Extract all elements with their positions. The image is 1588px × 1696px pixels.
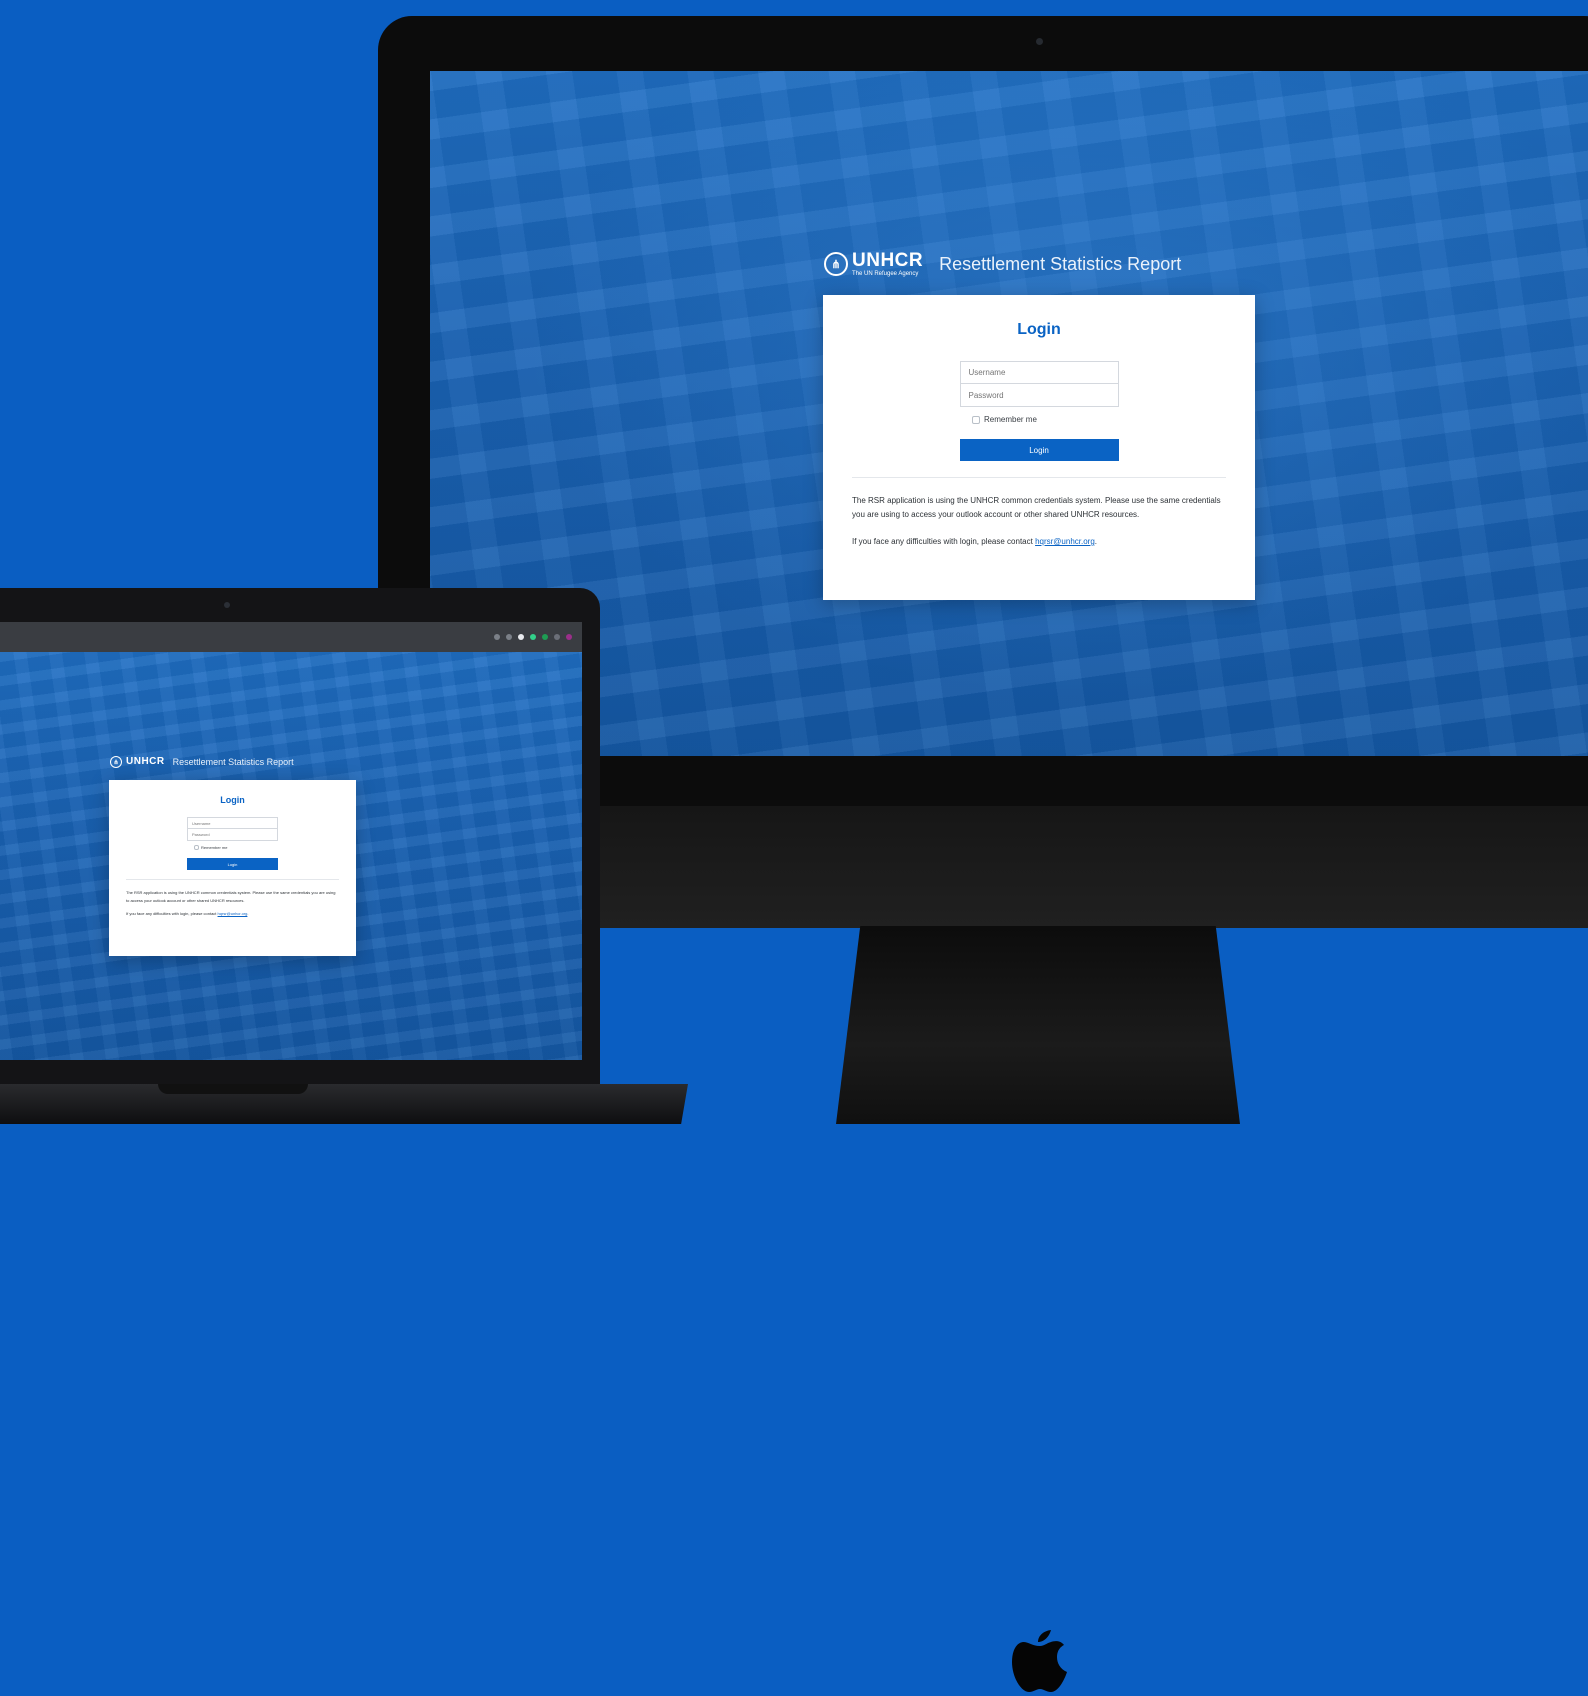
browser-toolbar	[0, 622, 582, 652]
unhcr-logo: ⋔ UNHCR	[110, 756, 165, 768]
laptop-camera-icon	[224, 602, 230, 608]
laptop-device: ⋔ UNHCR Resettlement Statistics Report L…	[0, 588, 600, 1084]
login-button[interactable]: Login	[187, 858, 278, 870]
login-button[interactable]: Login	[959, 439, 1119, 461]
contact-prefix: If you face any difficulties with login,…	[852, 537, 1036, 546]
unhcr-logo-name: UNHCR	[852, 250, 924, 271]
laptop-notch	[158, 1084, 308, 1094]
extension-icon[interactable]	[566, 634, 572, 640]
extension-icon[interactable]	[518, 634, 524, 640]
app-title: Resettlement Statistics Report	[939, 253, 1182, 274]
support-email-link[interactable]: hqrsr@unhcr.org	[218, 911, 248, 916]
password-input[interactable]	[959, 384, 1119, 407]
laptop-screen: ⋔ UNHCR Resettlement Statistics Report L…	[0, 652, 582, 1060]
login-card: Login Remember me Login The RSR applicat…	[109, 780, 356, 956]
remember-me-checkbox[interactable]	[972, 415, 980, 424]
unhcr-logo: ⋔ UNHCR The UN Refugee Agency	[824, 251, 923, 277]
extension-icon[interactable]	[530, 634, 536, 640]
contact-suffix: .	[1094, 537, 1098, 546]
contact-suffix: .	[247, 911, 249, 916]
remember-me-label: Remember me	[201, 845, 228, 850]
app-header: ⋔ UNHCR The UN Refugee Agency Resettleme…	[824, 251, 1181, 277]
extension-icon[interactable]	[494, 634, 500, 640]
login-heading: Login	[1017, 321, 1061, 338]
contact-prefix: If you face any difficulties with login,…	[126, 911, 218, 916]
remember-me-checkbox[interactable]	[194, 845, 199, 850]
credentials-info-text: The RSR application is using the UNHCR c…	[126, 890, 336, 903]
card-divider	[126, 879, 339, 880]
contact-info-text: If you face any difficulties with login,…	[126, 910, 339, 917]
contact-info-text: If you face any difficulties with login,…	[852, 535, 1226, 548]
unhcr-logo-name: UNHCR	[126, 756, 165, 767]
apple-logo-icon	[1012, 1630, 1067, 1692]
app-title: Resettlement Statistics Report	[172, 757, 294, 767]
card-divider	[852, 477, 1226, 478]
extension-icon[interactable]	[542, 634, 548, 640]
remember-me-label: Remember me	[984, 415, 1037, 424]
imac-screen: ⋔ UNHCR The UN Refugee Agency Resettleme…	[430, 71, 1588, 756]
remember-me-row[interactable]: Remember me	[194, 845, 356, 850]
remember-me-row[interactable]: Remember me	[972, 415, 1255, 424]
unhcr-emblem-icon: ⋔	[110, 756, 122, 768]
camera-icon	[1036, 38, 1043, 45]
login-card: Login Remember me Login The RSR applicat…	[823, 295, 1255, 600]
credentials-info-text: The RSR application is using the UNHCR c…	[852, 496, 1221, 519]
laptop-base	[0, 1084, 688, 1124]
username-input[interactable]	[187, 817, 278, 829]
login-heading: Login	[220, 795, 245, 805]
unhcr-logo-tagline: The UN Refugee Agency	[852, 271, 919, 277]
imac-stand	[836, 926, 1240, 1124]
app-header: ⋔ UNHCR Resettlement Statistics Report	[110, 756, 294, 768]
extension-icon[interactable]	[506, 634, 512, 640]
support-email-link[interactable]: hqrsr@unhcr.org	[1035, 537, 1095, 546]
unhcr-emblem-icon: ⋔	[824, 252, 848, 276]
password-input[interactable]	[187, 829, 278, 841]
extension-icon[interactable]	[554, 634, 560, 640]
username-input[interactable]	[959, 361, 1119, 384]
